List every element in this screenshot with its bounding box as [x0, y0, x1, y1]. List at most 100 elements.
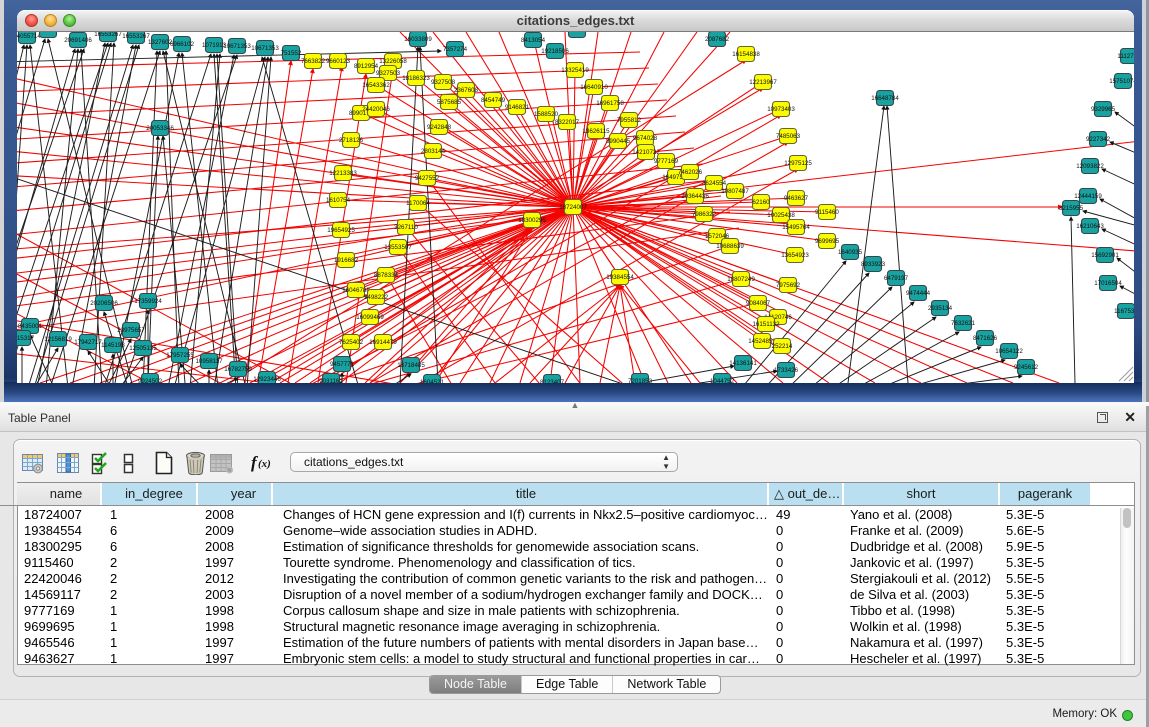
svg-text:1112735: 1112735 — [1117, 53, 1134, 60]
svg-text:12975125: 12975125 — [784, 160, 812, 167]
svg-text:1167534: 1167534 — [1114, 308, 1134, 315]
svg-text:5875685: 5875685 — [437, 99, 462, 106]
svg-text:8123407: 8123407 — [540, 379, 565, 383]
svg-text:18186323: 18186323 — [402, 75, 430, 82]
svg-text:6966102: 6966102 — [170, 41, 195, 48]
svg-text:9699695: 9699695 — [815, 238, 840, 245]
svg-text:16033809: 16033809 — [404, 36, 432, 43]
svg-text:7632621: 7632621 — [951, 320, 976, 327]
svg-text:10688639: 10688639 — [716, 243, 744, 250]
svg-text:(x): (x) — [258, 458, 271, 470]
svg-text:3215955: 3215955 — [1059, 205, 1084, 212]
svg-text:9474444: 9474444 — [906, 290, 931, 297]
svg-text:1916682: 1916682 — [334, 257, 359, 264]
svg-text:10671353: 10671353 — [251, 45, 279, 52]
svg-text:62160: 62160 — [752, 199, 770, 206]
svg-text:19218506: 19218506 — [541, 48, 569, 55]
svg-text:1640935: 1640935 — [838, 249, 863, 256]
svg-text:7201853: 7201853 — [628, 378, 653, 383]
svg-text:24420046: 24420046 — [362, 106, 390, 113]
svg-text:9777169: 9777169 — [654, 158, 679, 165]
svg-text:7625402: 7625402 — [339, 339, 364, 346]
svg-text:16640910: 16640910 — [580, 84, 608, 91]
svg-text:10671353: 10671353 — [223, 43, 251, 50]
svg-text:16046788: 16046788 — [342, 287, 370, 294]
svg-text:8322017: 8322017 — [555, 119, 580, 126]
svg-text:18300295: 18300295 — [518, 217, 546, 224]
svg-text:3624554: 3624554 — [702, 180, 727, 187]
svg-text:1588520: 1588520 — [534, 111, 559, 118]
svg-text:10025438: 10025438 — [767, 212, 795, 219]
svg-text:2087682: 2087682 — [705, 36, 730, 43]
svg-text:12505135: 12505135 — [129, 345, 157, 352]
svg-text:6479197: 6479197 — [884, 275, 909, 282]
svg-text:13553507: 13553507 — [384, 244, 412, 251]
svg-text:12444159: 12444159 — [1074, 193, 1102, 200]
svg-text:15692901: 15692901 — [1091, 252, 1119, 259]
svg-text:7462026: 7462026 — [678, 169, 703, 176]
svg-text:9084067: 9084067 — [746, 300, 771, 307]
svg-text:16151132: 16151132 — [752, 321, 780, 328]
svg-text:16648784: 16648784 — [871, 95, 899, 102]
svg-text:20364436: 20364436 — [681, 193, 709, 200]
svg-text:16210643: 16210643 — [1076, 223, 1104, 230]
svg-text:10807487: 10807487 — [721, 188, 749, 195]
svg-text:13325419: 13325419 — [561, 67, 589, 74]
svg-text:13626115: 13626115 — [582, 128, 610, 135]
svg-text:16914479: 16914479 — [369, 339, 397, 346]
svg-text:20206506: 20206506 — [90, 300, 118, 307]
svg-text:751552: 751552 — [281, 50, 302, 57]
svg-text:7986322: 7986322 — [692, 211, 717, 218]
svg-text:9218506: 9218506 — [565, 32, 590, 34]
svg-text:10654122: 10654122 — [995, 348, 1023, 355]
svg-text:16553267: 16553267 — [94, 32, 122, 38]
svg-text:8454749: 8454749 — [481, 97, 506, 104]
svg-text:9498222: 9498222 — [364, 294, 389, 301]
svg-text:8435001: 8435001 — [18, 323, 43, 330]
svg-text:16543362: 16543362 — [362, 82, 390, 89]
svg-text:2935134: 2935134 — [928, 305, 953, 312]
svg-text:20053346: 20053346 — [146, 125, 174, 132]
svg-text:23975657: 23975657 — [117, 327, 145, 334]
svg-text:16782759: 16782759 — [224, 366, 252, 373]
svg-text:16961758: 16961758 — [596, 100, 624, 107]
svg-text:2268058: 2268058 — [36, 32, 61, 34]
svg-text:20691406: 20691406 — [64, 37, 92, 44]
svg-text:17942717: 17942717 — [74, 339, 102, 346]
svg-text:9674028: 9674028 — [633, 135, 658, 142]
svg-text:9242848: 9242848 — [427, 124, 452, 131]
svg-text:12923446: 12923446 — [253, 376, 281, 383]
svg-text:2803144: 2803144 — [421, 148, 446, 155]
svg-text:1327602: 1327602 — [148, 39, 173, 46]
svg-text:7357274: 7357274 — [443, 46, 468, 53]
svg-text:9227342: 9227342 — [1086, 136, 1111, 143]
svg-text:12213967: 12213967 — [749, 79, 777, 86]
svg-text:8413054: 8413054 — [521, 37, 546, 44]
svg-text:252214: 252214 — [772, 343, 793, 350]
svg-text:9924502: 9924502 — [138, 378, 163, 383]
svg-text:9457771: 9457771 — [330, 361, 355, 368]
svg-text:9031162: 9031162 — [319, 378, 343, 383]
svg-text:10973403: 10973403 — [767, 106, 795, 113]
svg-text:9427552: 9427552 — [415, 175, 440, 182]
svg-text:18807249: 18807249 — [727, 276, 755, 283]
svg-text:15495764: 15495764 — [782, 224, 810, 231]
svg-text:7975692: 7975692 — [776, 282, 801, 289]
svg-text:9146821: 9146821 — [505, 104, 530, 111]
svg-text:1145193: 1145193 — [101, 342, 125, 349]
svg-text:12213383: 12213383 — [329, 170, 357, 177]
svg-text:14210722: 14210722 — [632, 149, 660, 156]
svg-text:2367608: 2367608 — [454, 87, 479, 94]
svg-text:9327503: 9327503 — [376, 70, 401, 77]
svg-text:13718485: 13718485 — [397, 362, 425, 369]
svg-text:14136141: 14136141 — [729, 360, 757, 367]
svg-text:9115460: 9115460 — [815, 209, 839, 216]
svg-text:12093822: 12093822 — [1076, 163, 1104, 170]
svg-text:14055714: 14055714 — [17, 33, 41, 40]
svg-text:19654925: 19654925 — [327, 227, 355, 234]
svg-text:2718126: 2718126 — [339, 137, 364, 144]
svg-text:17957255: 17957255 — [166, 352, 194, 359]
svg-text:1604521: 1604521 — [420, 379, 445, 383]
svg-text:9245612: 9245612 — [1014, 364, 1039, 371]
svg-text:3267110: 3267110 — [394, 224, 418, 231]
